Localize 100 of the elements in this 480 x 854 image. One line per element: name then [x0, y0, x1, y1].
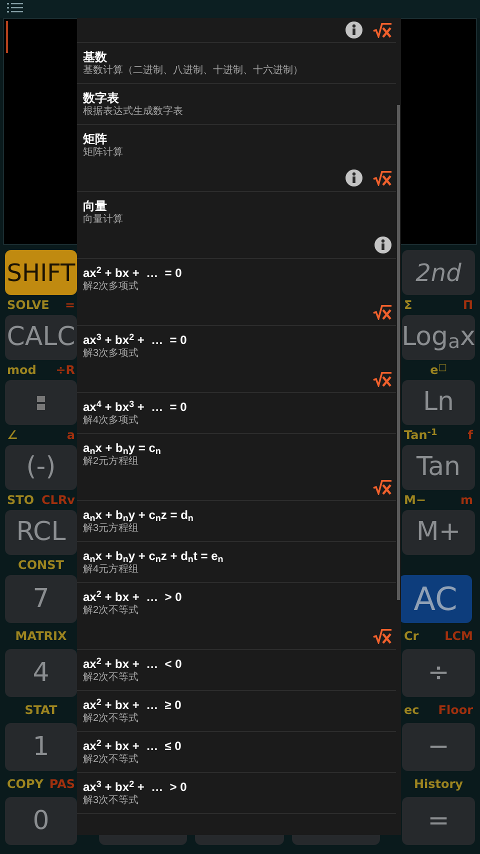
menu-item-description: 解4次多项式 [83, 415, 139, 427]
shift-label: STAT [24, 702, 58, 719]
menu-item-description: 解2元方程组 [83, 456, 139, 468]
calculator-key[interactable]: Tan [402, 445, 475, 490]
calculator-key[interactable]: RCL [5, 510, 77, 555]
menu-item-title[interactable]: ax$^{2}$ + bx + … ≥ 0 [83, 698, 182, 713]
menu-item-title[interactable]: 矩阵 [83, 132, 107, 147]
calculator-key[interactable] [5, 380, 77, 425]
fraction-icon [37, 396, 45, 410]
calculator-key[interactable]: SHIFT [5, 250, 77, 295]
menu-item-title[interactable]: ax$^{2}$ + bx + … = 0 [83, 266, 182, 281]
shift-label: COPY [7, 776, 44, 793]
shift-label: e$^{□}$ [430, 362, 447, 379]
menu-item[interactable]: 数字表 根据表达式生成数字表 [77, 84, 396, 125]
menu-item-description: 解2次不等式 [83, 605, 139, 617]
calculator-key[interactable]: = [402, 797, 475, 845]
menu-item[interactable]: ax$^{3}$ + bx$^{2}$ + … > 0 解3次不等式 [77, 773, 396, 814]
menu-item-description: 矩阵计算 [83, 147, 123, 159]
alpha-label: CLRv [41, 492, 75, 509]
shift-label: STO [7, 492, 34, 509]
alpha-label: Π [462, 297, 473, 314]
alpha-label: a [66, 427, 75, 444]
shift-label: ec [404, 702, 420, 719]
square-root-icon[interactable] [373, 22, 392, 38]
menu-item-title[interactable]: ax$^{4}$ + bx$^{3}$ + … = 0 [83, 400, 187, 415]
square-root-icon[interactable] [373, 170, 392, 186]
calculator-key[interactable]: 7 [5, 575, 77, 623]
shift-label: MATRIX [15, 628, 67, 645]
square-root-icon[interactable] [373, 304, 392, 320]
menu-item-description: 基数计算（二进制、八进制、十进制、十六进制） [83, 65, 303, 77]
menu-item[interactable]: ax$^{2}$ + bx + … ≤ 0 解2次不等式 [77, 732, 396, 773]
menu-item-description: 解2次多项式 [83, 281, 139, 293]
shift-label: Cr [404, 628, 419, 645]
menu-item[interactable]: ax$^{4}$ + bx$^{3}$ + … = 0 解4次多项式 [77, 393, 396, 434]
cursor [6, 21, 8, 53]
shift-label: SOLVE [7, 297, 50, 314]
calculator-key[interactable]: 2nd [402, 250, 475, 295]
calculator-key[interactable]: 1 [5, 723, 77, 771]
menu-item-title[interactable]: 数字表 [83, 91, 119, 106]
info-icon[interactable] [374, 236, 392, 254]
menu-item-title[interactable]: 基数 [83, 50, 107, 65]
menu-item[interactable]: ax$^{3}$ + bx$^{2}$ + … = 0 解3次多项式 [77, 326, 396, 393]
calculator-key[interactable]: ÷ [402, 649, 475, 697]
menu-item-description: 解3元方程组 [83, 523, 139, 535]
menu-item-title[interactable]: ax$^{3}$ + bx$^{2}$ + … = 0 [83, 333, 187, 348]
calculator-key[interactable]: − [402, 723, 475, 771]
alpha-label: f [468, 427, 473, 444]
info-icon[interactable] [345, 169, 363, 187]
alpha-label: ÷R [56, 362, 75, 379]
menu-item-title[interactable]: 向量 [83, 199, 107, 214]
menu-item[interactable]: 矩阵 矩阵计算 [77, 125, 396, 192]
menu-item[interactable]: a$_{n}$x + b$_{n}$y + c$_{n}$z + d$_{n}$t = e$_{n}$ 解4元方程组 [77, 542, 396, 583]
menu-item-title[interactable]: ax$^{2}$ + bx + … > 0 [83, 590, 182, 605]
shift-label: Σ [404, 297, 412, 314]
menu-item-description: 解2次不等式 [83, 672, 139, 684]
shift-label: ∠ [7, 427, 18, 444]
calculator-key[interactable]: Log$_{a}$x [402, 315, 475, 360]
menu-item[interactable]: a$_{n}$x + b$_{n}$y + c$_{n}$z = d$_{n}$ 解3元方程组 [77, 501, 396, 542]
shift-label: CONST [18, 557, 64, 574]
menu-item-description: 解2次不等式 [83, 754, 139, 766]
menu-item-title[interactable]: ax$^{2}$ + bx + … < 0 [83, 657, 182, 672]
calculator-key[interactable]: (-) [5, 445, 77, 490]
menu-item[interactable]: 基数 基数计算（二进制、八进制、十进制、十六进制） [77, 43, 396, 84]
menu-item-description: 根据表达式生成数字表 [83, 106, 183, 118]
shift-label: History [414, 776, 464, 793]
alpha-label: LCM [444, 628, 473, 645]
alpha-label: Floor [438, 702, 473, 719]
calculator-key[interactable]: CALC [5, 315, 77, 360]
alpha-label: PAS [49, 776, 75, 793]
square-root-icon[interactable] [373, 480, 392, 494]
menu-item[interactable]: ax$^{2}$ + bx + … < 0 解2次不等式 [77, 650, 396, 691]
calculator-key[interactable]: M+ [402, 510, 475, 555]
menu-item[interactable]: 向量 向量计算 [77, 192, 396, 259]
menu-item-description: 解2次不等式 [83, 713, 139, 725]
alpha-label: = [64, 297, 75, 314]
square-root-icon[interactable] [373, 372, 392, 386]
menu-item[interactable]: ax$^{2}$ + bx + … ≥ 0 解2次不等式 [77, 691, 396, 732]
menu-item[interactable]: ax$^{2}$ + bx + … > 0 解2次不等式 [77, 583, 396, 650]
menu-item-title[interactable]: a$_{n}$x + b$_{n}$y = c$_{n}$ [83, 441, 161, 456]
info-icon[interactable] [345, 21, 363, 39]
menu-icon[interactable] [7, 2, 24, 14]
calculator-key[interactable]: 4 [5, 649, 77, 697]
shift-label: M− [404, 492, 426, 509]
menu-item-description: 解4元方程组 [83, 564, 139, 576]
menu-item-title[interactable]: a$_{n}$x + b$_{n}$y + c$_{n}$z + d$_{n}$t = e$_{n}$ [83, 549, 224, 564]
calculator-key[interactable]: AC [399, 575, 472, 623]
shift-label: mod [7, 362, 36, 379]
menu-item-title[interactable]: ax$^{2}$ + bx + … ≤ 0 [83, 739, 182, 754]
menu-item[interactable]: ax$^{2}$ + bx + … = 0 解2次多项式 [77, 259, 396, 326]
menu-item-description: 解3次不等式 [83, 795, 139, 807]
menu-item-description: 解3次多项式 [83, 348, 139, 360]
menu-item-title[interactable]: ax$^{3}$ + bx$^{2}$ + … > 0 [83, 780, 187, 795]
menu-item-description: 向量计算 [83, 214, 123, 226]
shift-label: Tan$^{-1}$ [404, 426, 438, 444]
menu-item-title[interactable]: a$_{n}$x + b$_{n}$y + c$_{n}$z = d$_{n}$ [83, 508, 194, 523]
calculator-key[interactable]: 0 [5, 797, 77, 845]
square-root-icon[interactable] [373, 628, 392, 644]
menu-item[interactable]: a$_{n}$x + b$_{n}$y = c$_{n}$ 解2元方程组 [77, 434, 396, 501]
calculator-key[interactable]: Ln [402, 380, 475, 425]
alpha-label: m [460, 492, 473, 509]
